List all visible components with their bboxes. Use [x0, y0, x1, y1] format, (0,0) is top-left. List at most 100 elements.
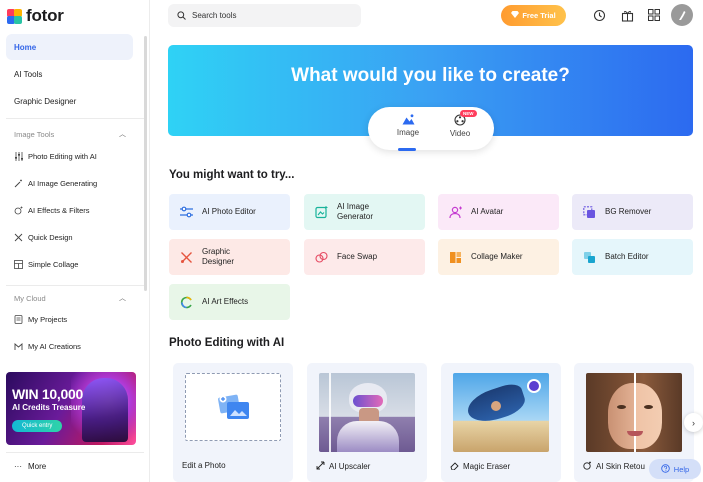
- face-swap-icon: [314, 250, 328, 264]
- my-cloud-header[interactable]: My Cloud ︿: [14, 293, 126, 303]
- sidebar-item-ai-image-generating[interactable]: AI Image Generating: [14, 179, 97, 188]
- promo-subheadline: AI Credits Treasure: [12, 403, 86, 412]
- upload-dropzone[interactable]: [185, 373, 281, 441]
- sidebar-item-my-projects[interactable]: My Projects: [14, 315, 67, 324]
- apps-grid-icon[interactable]: [645, 6, 663, 24]
- sliders-icon: [14, 152, 23, 161]
- tool-collage-maker[interactable]: Collage Maker: [438, 239, 559, 275]
- tool-ai-art-effects[interactable]: AI Art Effects: [169, 284, 290, 320]
- avatar-icon: [448, 205, 462, 219]
- sidebar-scrollbar[interactable]: [144, 36, 147, 291]
- chevron-up-icon: ︿: [119, 131, 126, 138]
- sidebar-item-label: Photo Editing with AI: [28, 152, 97, 161]
- tool-label: AI Photo Editor: [202, 207, 256, 216]
- tab-image[interactable]: Image: [388, 114, 428, 137]
- new-badge: NEW: [460, 110, 477, 117]
- fotor-logo-icon: [7, 8, 22, 24]
- search-box[interactable]: Search tools: [168, 4, 361, 27]
- card-label: Magic Eraser: [463, 462, 511, 471]
- collage-icon: [14, 260, 23, 269]
- skin-retouch-icon: [583, 461, 592, 472]
- tool-label: AI Avatar: [471, 207, 504, 216]
- chevron-right-icon: ›: [692, 417, 695, 428]
- sidebar-item-label: My AI Creations: [28, 342, 81, 351]
- card-label: Edit a Photo: [182, 461, 226, 470]
- nav-ai-tools[interactable]: AI Tools: [6, 61, 133, 87]
- document-icon: [14, 315, 23, 324]
- logo-text: fotor: [26, 6, 64, 25]
- promo-headline: WIN 10,000: [12, 386, 83, 402]
- card-magic-eraser[interactable]: Magic Eraser: [441, 363, 561, 482]
- sparkles-icon: [14, 206, 23, 215]
- help-label: Help: [673, 464, 690, 474]
- card-ai-upscaler[interactable]: AI Upscaler: [307, 363, 427, 482]
- sidebar-item-simple-collage[interactable]: Simple Collage: [14, 260, 78, 269]
- tool-label: AI Art Effects: [202, 297, 249, 306]
- carousel-next-button[interactable]: ›: [684, 413, 703, 432]
- sidebar-item-photo-editing[interactable]: Photo Editing with AI: [14, 152, 97, 161]
- tool-graphic-designer[interactable]: Graphic Designer: [169, 239, 290, 275]
- card-label: AI Upscaler: [329, 462, 371, 471]
- more-label: More: [28, 462, 47, 471]
- tool-ai-image-generator[interactable]: AI Image Generator: [304, 194, 425, 230]
- tool-ai-avatar[interactable]: AI Avatar: [438, 194, 559, 230]
- card-edit-a-photo[interactable]: Edit a Photo: [173, 363, 293, 482]
- fotor-logo[interactable]: fotor: [7, 6, 64, 26]
- sidebar-item-label: AI Image Generating: [28, 179, 98, 188]
- section-title: My Cloud: [14, 293, 46, 303]
- design-tools-icon: [179, 250, 193, 264]
- history-icon[interactable]: [590, 6, 608, 24]
- image-tab-icon: [402, 114, 414, 125]
- help-chat-icon: [661, 463, 670, 475]
- search-placeholder: Search tools: [192, 11, 237, 20]
- upscale-icon: [316, 461, 325, 472]
- more-button[interactable]: ··· More: [14, 462, 46, 471]
- try-section-title: You might want to try...: [169, 169, 295, 181]
- sidebar-item-label: Quick Design: [28, 233, 73, 242]
- tab-video[interactable]: Video: [440, 114, 480, 138]
- tool-label: Batch Editor: [605, 252, 649, 261]
- nav-label: Graphic Designer: [14, 96, 77, 106]
- tool-label: BG Remover: [605, 207, 652, 216]
- batch-layers-icon: [582, 250, 596, 264]
- ai-creation-icon: [14, 342, 23, 351]
- tool-face-swap[interactable]: Face Swap: [304, 239, 425, 275]
- tool-label: Face Swap: [337, 252, 378, 261]
- nav-label: Home: [14, 42, 37, 52]
- divider: [6, 285, 144, 286]
- sliders-icon: [179, 205, 193, 219]
- tool-batch-editor[interactable]: Batch Editor: [572, 239, 693, 275]
- nav-graphic-designer[interactable]: Graphic Designer: [6, 88, 133, 114]
- card-caption: AI Skin Retou: [583, 461, 645, 472]
- tab-label: Image: [396, 128, 420, 137]
- tool-bg-remover[interactable]: BG Remover: [572, 194, 693, 230]
- art-effects-icon: [179, 295, 193, 309]
- image-generator-icon: [314, 205, 328, 219]
- gift-icon[interactable]: [618, 6, 636, 24]
- sidebar-item-ai-effects[interactable]: AI Effects & Filters: [14, 206, 90, 215]
- promo-character-image: [82, 378, 128, 442]
- promo-banner[interactable]: WIN 10,000 AI Credits Treasure Quick ent…: [6, 372, 136, 445]
- upscaler-sample-image: [319, 373, 415, 452]
- tool-label: AI Image Generator: [337, 202, 374, 221]
- chevron-up-icon: ︿: [119, 295, 126, 302]
- sidebar-item-label: My Projects: [28, 315, 68, 324]
- tool-ai-photo-editor[interactable]: AI Photo Editor: [169, 194, 290, 230]
- upload-image-icon: [218, 394, 249, 419]
- nav-home[interactable]: Home: [6, 34, 133, 60]
- sidebar-item-quick-design[interactable]: Quick Design: [14, 233, 73, 242]
- eraser-icon: [450, 461, 459, 472]
- promo-quick-entry-button[interactable]: Quick entry: [12, 420, 63, 432]
- search-icon: [177, 7, 186, 25]
- diamond-icon: [511, 11, 520, 20]
- free-trial-label: Free Trial: [522, 11, 556, 20]
- sidebar-item-label: AI Effects & Filters: [28, 206, 90, 215]
- tool-label: Graphic Designer: [202, 247, 235, 266]
- user-avatar[interactable]: [671, 4, 693, 26]
- image-tools-header[interactable]: Image Tools ︿: [14, 129, 126, 139]
- divider: [6, 118, 144, 119]
- nav-label: AI Tools: [14, 69, 43, 79]
- sidebar-item-my-ai-creations[interactable]: My AI Creations: [14, 342, 81, 351]
- help-button[interactable]: Help: [649, 459, 701, 479]
- free-trial-button[interactable]: Free Trial: [501, 5, 566, 26]
